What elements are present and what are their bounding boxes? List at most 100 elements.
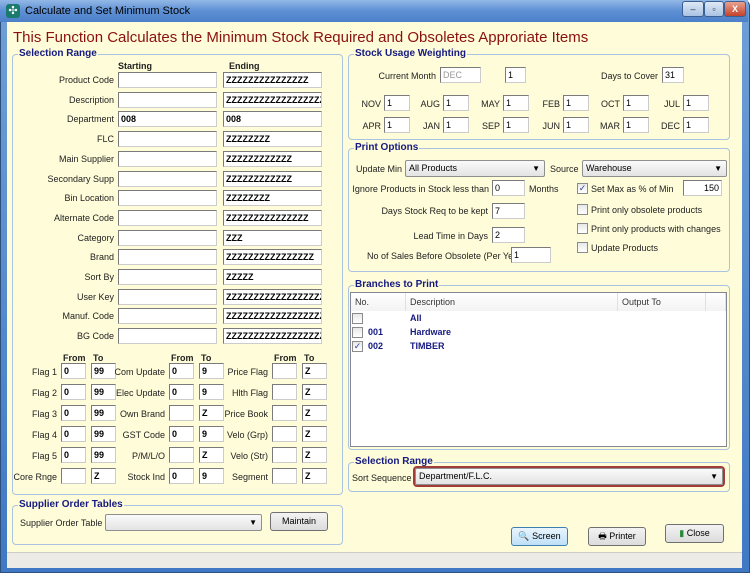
start-input[interactable] xyxy=(118,229,217,246)
end-input[interactable]: ZZZZZZZZZZZZZZZZZZZZ xyxy=(223,328,322,345)
maximize-button[interactable]: ▫ xyxy=(704,1,724,17)
flag-to-input[interactable]: Z xyxy=(302,384,327,400)
end-input[interactable]: ZZZZZ xyxy=(223,269,322,285)
end-input[interactable]: ZZZZZZZZZZZZZZZZZZZZ xyxy=(223,308,322,325)
end-input[interactable]: ZZZZZZZZZZZZZZZZ xyxy=(223,249,322,266)
flag-to-input[interactable]: Z xyxy=(302,426,327,442)
days-req-input[interactable]: 7 xyxy=(492,203,525,219)
branch-description[interactable]: TIMBER xyxy=(410,341,445,351)
minimize-button[interactable]: – xyxy=(682,1,704,17)
end-input[interactable]: ZZZZZZZZZZZZ xyxy=(223,150,322,167)
field-label: Alternate Code xyxy=(53,212,114,223)
sort-sequence-combo[interactable]: Department/F.L.C. ▼ xyxy=(415,468,723,485)
update-checkbox[interactable] xyxy=(577,242,588,253)
days-to-cover-input[interactable]: 31 xyxy=(662,67,684,83)
days-to-cover-label: Days to Cover xyxy=(600,71,658,81)
door-icon: ▮ xyxy=(679,528,687,538)
end-input[interactable]: ZZZZZZZZZZZZZZZZZZZZ xyxy=(223,288,322,305)
field-label: User Key xyxy=(76,291,114,302)
group-title: Print Options xyxy=(354,142,420,153)
ignore-label: Ignore Products in Stock less than xyxy=(352,184,489,194)
branches-list[interactable]: No. Description Output To xyxy=(350,292,727,447)
start-input[interactable] xyxy=(118,150,217,167)
end-input[interactable]: ZZZZZZZZZZZZ xyxy=(223,170,322,187)
branch-description[interactable]: All xyxy=(410,313,422,323)
close-window-button[interactable]: X xyxy=(724,1,746,17)
start-input[interactable] xyxy=(118,328,217,345)
flag-to-input[interactable]: Z xyxy=(302,468,327,484)
chevron-down-icon[interactable]: ▼ xyxy=(249,515,257,530)
flag-from-input[interactable] xyxy=(272,468,297,484)
flag-label: Hlth Flag xyxy=(231,388,268,398)
title-bar: ✣ Calculate and Set Minimum Stock – ▫ X xyxy=(0,0,748,22)
source-label: Source xyxy=(550,164,579,174)
flag-label: Price Book xyxy=(224,409,268,419)
branch-checkbox[interactable] xyxy=(352,313,363,324)
sales-obsolete-input[interactable]: 1 xyxy=(511,247,551,263)
to-header: To xyxy=(201,353,212,363)
lead-time-label: Lead Time in Days xyxy=(413,231,488,241)
printer-button[interactable]: 🖶 Printer xyxy=(588,527,646,546)
chevron-down-icon[interactable]: ▼ xyxy=(532,161,540,176)
ignore-input[interactable]: 0 xyxy=(492,180,525,196)
start-input[interactable]: 008 xyxy=(118,111,217,128)
screen-button[interactable]: 🔍 Screen xyxy=(511,527,568,546)
start-input[interactable] xyxy=(118,170,217,187)
start-input[interactable] xyxy=(118,288,217,305)
update-min-combo[interactable]: All Products ▼ xyxy=(405,160,545,177)
chevron-down-icon[interactable]: ▼ xyxy=(710,469,718,484)
field-label: Department xyxy=(66,114,114,125)
obsolete-checkbox[interactable] xyxy=(577,204,588,215)
branch-checkbox[interactable]: ✓ xyxy=(352,341,363,352)
flag-to-input[interactable]: Z xyxy=(302,447,327,463)
changes-checkbox[interactable] xyxy=(577,223,588,234)
start-input[interactable] xyxy=(118,308,217,325)
month-weight-input[interactable]: 1 xyxy=(683,95,709,111)
branch-description[interactable]: Hardware xyxy=(410,327,451,337)
branch-checkbox[interactable] xyxy=(352,327,363,338)
source-combo[interactable]: Warehouse ▼ xyxy=(582,160,727,177)
close-button[interactable]: ▮ Close xyxy=(665,524,724,543)
end-input[interactable]: ZZZ xyxy=(223,229,322,246)
field-label: Manuf. Code xyxy=(62,311,114,322)
flag-to-input[interactable]: Z xyxy=(302,405,327,421)
sort-sequence-label: Sort Sequence xyxy=(352,473,412,483)
chevron-down-icon[interactable]: ▼ xyxy=(714,161,722,176)
set_max-checkbox[interactable]: ✓ xyxy=(577,183,588,194)
flag-from-input[interactable] xyxy=(272,384,297,400)
start-input[interactable] xyxy=(118,72,217,88)
start-input[interactable] xyxy=(118,91,217,108)
column-header[interactable]: No. xyxy=(351,293,406,311)
starting-header: Starting xyxy=(118,61,153,71)
end-input[interactable]: ZZZZZZZZ xyxy=(223,190,322,207)
column-header[interactable]: Description xyxy=(406,293,618,311)
start-input[interactable] xyxy=(118,209,217,226)
column-header[interactable]: Output To xyxy=(618,293,706,311)
maintain-button[interactable]: Maintain xyxy=(270,512,328,531)
set-max-input[interactable]: 150 xyxy=(683,180,722,196)
start-input[interactable] xyxy=(118,269,217,285)
flag-from-input[interactable] xyxy=(272,426,297,442)
end-input[interactable]: ZZZZZZZZ xyxy=(223,131,322,148)
start-input[interactable] xyxy=(118,131,217,148)
flag-from-input[interactable] xyxy=(272,447,297,463)
current-month-input: DEC xyxy=(440,67,481,83)
start-input[interactable] xyxy=(118,249,217,266)
lead-time-input[interactable]: 2 xyxy=(492,227,525,243)
column-header[interactable] xyxy=(706,293,726,311)
sales-obsolete-label: No of Sales Before Obsolete (Per Year) xyxy=(367,251,525,261)
changes-label: Print only products with changes xyxy=(591,224,721,234)
flag-from-input[interactable] xyxy=(272,405,297,421)
flag-from-input[interactable] xyxy=(272,363,297,379)
group-title: Supplier Order Tables xyxy=(18,499,124,510)
group-title: Selection Range xyxy=(354,456,434,467)
month-weight-input[interactable]: 1 xyxy=(683,117,709,133)
group-title: Branches to Print xyxy=(354,279,440,290)
obsolete-label: Print only obsolete products xyxy=(591,205,703,215)
group-title: Selection Range xyxy=(18,48,98,59)
end-input[interactable]: ZZZZZZZZZZZZZZZ xyxy=(223,209,322,226)
supplier-order-combo[interactable]: ▼ xyxy=(105,514,262,531)
field-label: Product Code xyxy=(58,75,114,85)
flag-to-input[interactable]: Z xyxy=(302,363,327,379)
start-input[interactable] xyxy=(118,190,217,207)
